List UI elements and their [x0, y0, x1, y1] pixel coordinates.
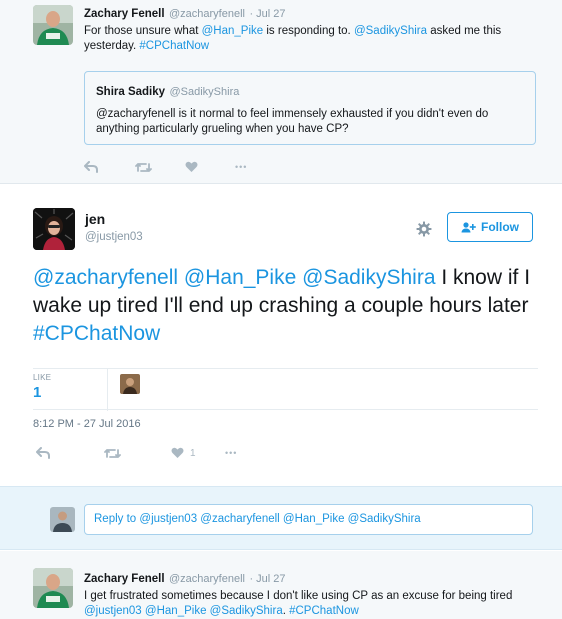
quoted-tweet-text: @zacharyfenell is it normal to feel imme… [96, 108, 489, 135]
heart-icon [171, 447, 184, 458]
reply-icon [36, 447, 50, 459]
more-button[interactable]: ••• [235, 160, 283, 174]
mention-link[interactable]: @SadikyShira [354, 25, 427, 37]
likes-label: LIKE [33, 373, 52, 382]
reply-tweet[interactable]: Zachary Fenell @zacharyfenell · Jul 27 I… [0, 551, 562, 619]
author-name[interactable]: Zachary Fenell [84, 8, 165, 20]
tweet-text: I get frustrated sometimes because I don… [84, 590, 513, 617]
mention-link[interactable]: @SadikyShira [210, 605, 283, 617]
liker-avatar[interactable] [120, 374, 140, 394]
tweet-actions: 1 ••• [36, 446, 273, 460]
avatar[interactable] [33, 208, 75, 250]
reply-button[interactable] [36, 446, 84, 460]
mention-link[interactable]: @Han_Pike [184, 266, 296, 289]
quoted-tweet[interactable]: Shira Sadiky @SadikyShira @zacharyfenell… [84, 71, 536, 145]
reply-button[interactable] [84, 160, 132, 174]
like-button[interactable]: 1 [171, 446, 219, 460]
author-handle[interactable]: @justjen03 [85, 231, 143, 243]
retweet-icon [135, 162, 152, 172]
quoted-author-handle: @SadikyShira [169, 86, 240, 98]
author-name[interactable]: Zachary Fenell [84, 573, 165, 585]
avatar[interactable] [33, 568, 73, 608]
retweet-button[interactable] [104, 446, 152, 460]
hashtag-link[interactable]: #CPChatNow [289, 605, 359, 617]
reply-mentions: @justjen03 @zacharyfenell @Han_Pike @Sad… [139, 513, 421, 525]
retweet-icon [104, 448, 121, 458]
mention-link[interactable]: @justjen03 [84, 605, 142, 617]
likes-count[interactable]: 1 [33, 384, 41, 401]
heart-icon [185, 161, 198, 172]
main-tweet: jen @justjen03 Follow @zacharyfenell @Ha… [0, 185, 562, 485]
hashtag-link[interactable]: #CPChatNow [33, 322, 160, 345]
quoted-author-name: Shira Sadiky [96, 86, 166, 98]
reply-input[interactable]: Reply to @justjen03 @zacharyfenell @Han_… [84, 504, 533, 535]
reply-composer: Reply to @justjen03 @zacharyfenell @Han_… [0, 486, 562, 550]
follow-button[interactable]: Follow [447, 212, 533, 242]
gear-icon [416, 221, 432, 237]
mention-link[interactable]: @Han_Pike [145, 605, 207, 617]
tweet-text: @zacharyfenell @Han_Pike @SadikyShira I … [33, 266, 531, 345]
current-user-avatar [50, 507, 75, 532]
tweet-time[interactable]: Jul 27 [256, 8, 285, 20]
mention-link[interactable]: @zacharyfenell [33, 266, 178, 289]
context-tweet[interactable]: Zachary Fenell @zacharyfenell · Jul 27 F… [0, 0, 562, 184]
like-button[interactable] [185, 160, 233, 174]
mention-link[interactable]: @SadikyShira [302, 266, 435, 289]
user-actions-button[interactable] [416, 221, 432, 237]
tweet-stats: LIKE 1 [33, 368, 538, 411]
more-button[interactable]: ••• [225, 446, 273, 460]
follow-label: Follow [481, 220, 519, 234]
author-name[interactable]: jen [85, 211, 105, 227]
tweet-timestamp[interactable]: 8:12 PM - 27 Jul 2016 [33, 418, 141, 430]
tweet-actions: ••• [84, 160, 283, 174]
author-handle[interactable]: @zacharyfenell [169, 573, 245, 585]
hashtag-link[interactable]: #CPChatNow [139, 40, 209, 52]
author-handle[interactable]: @zacharyfenell [169, 8, 245, 20]
tweet-text: For those unsure what @Han_Pike is respo… [84, 25, 502, 52]
tweet-time[interactable]: Jul 27 [256, 573, 285, 585]
avatar[interactable] [33, 5, 73, 45]
retweet-button[interactable] [135, 160, 183, 174]
add-user-icon [461, 221, 476, 232]
mention-link[interactable]: @Han_Pike [202, 25, 264, 37]
divider [107, 369, 108, 411]
reply-icon [84, 161, 98, 173]
like-count: 1 [190, 447, 196, 459]
